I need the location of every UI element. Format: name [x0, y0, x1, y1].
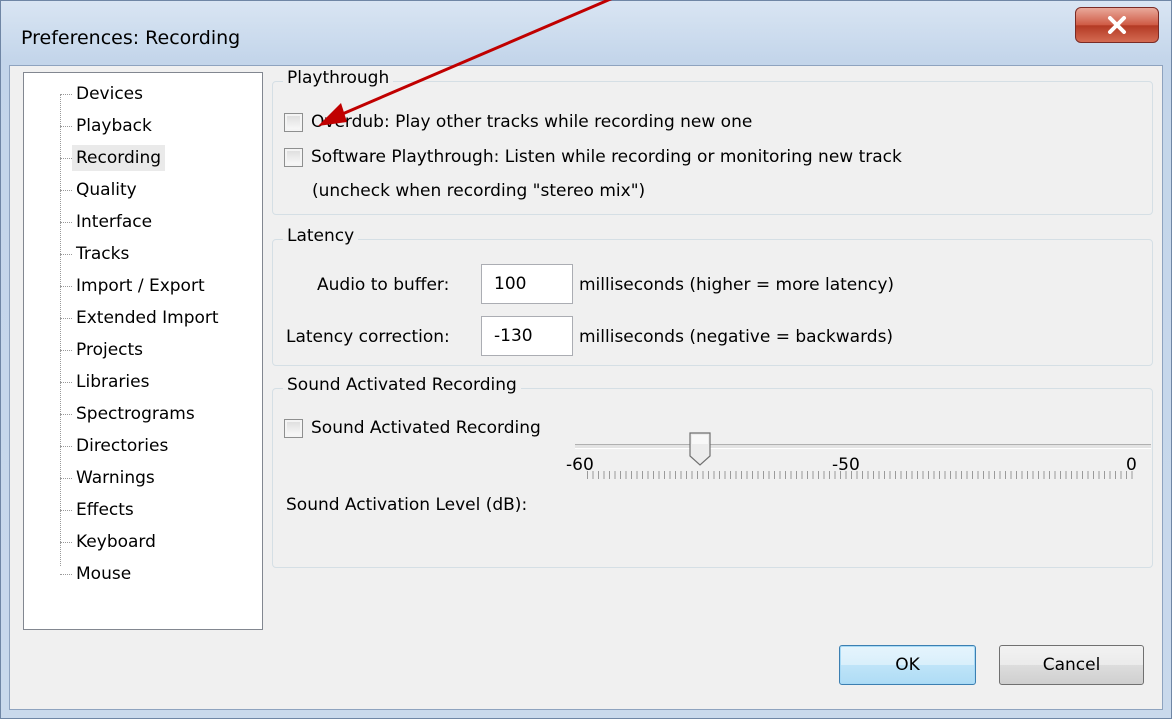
overdub-label: Overdub: Play other tracks while recordi… — [311, 112, 753, 132]
tree-branch — [60, 286, 72, 287]
cancel-button[interactable]: Cancel — [999, 645, 1144, 685]
activation-level-label: Sound Activation Level (dB): — [286, 495, 528, 515]
software-playthrough-label: Software Playthrough: Listen while recor… — [311, 147, 902, 167]
sidebar-item-directories[interactable]: Directories — [24, 431, 262, 461]
tree-branch — [60, 574, 72, 575]
software-playthrough-option[interactable]: Software Playthrough: Listen while recor… — [284, 147, 902, 167]
sidebar-item-label: Spectrograms — [76, 404, 195, 424]
tree-branch — [60, 94, 72, 95]
tree-branch — [60, 446, 72, 447]
sidebar-item-label: Interface — [76, 212, 153, 232]
sidebar-item-effects[interactable]: Effects — [24, 495, 262, 525]
software-playthrough-checkbox[interactable] — [284, 147, 303, 167]
category-tree[interactable]: Devices Playback Recording Quality Interface… — [23, 72, 263, 630]
latency-correction-input[interactable]: -130 — [481, 316, 573, 356]
sidebar-item-playback[interactable]: Playback — [24, 111, 262, 141]
tree-branch — [60, 542, 72, 543]
activation-level-ticks — [587, 471, 1135, 479]
latency-correction-label: Latency correction: — [286, 327, 450, 347]
sidebar-item-label: Effects — [76, 500, 134, 520]
tree-branch — [60, 190, 72, 191]
latency-legend: Latency — [283, 226, 359, 246]
sidebar-item-label: Keyboard — [76, 532, 156, 552]
sidebar-item-label: Tracks — [76, 244, 130, 264]
sidebar-item-label: Libraries — [76, 372, 150, 392]
sidebar-item-recording[interactable]: Recording — [24, 143, 262, 173]
software-playthrough-note: (uncheck when recording "stereo mix") — [312, 181, 646, 201]
close-icon — [1108, 16, 1126, 34]
activation-level-thumb[interactable] — [689, 432, 711, 466]
sidebar-item-warnings[interactable]: Warnings — [24, 463, 262, 493]
tree-branch — [60, 350, 72, 351]
sound-activated-legend: Sound Activated Recording — [283, 375, 521, 395]
sidebar-item-label: Recording — [72, 145, 166, 171]
playthrough-legend: Playthrough — [283, 68, 394, 88]
latency-correction-unit: milliseconds (negative = backwards) — [579, 327, 894, 347]
dialog-body: Devices Playback Recording Quality Interface… — [9, 65, 1163, 710]
sidebar-item-quality[interactable]: Quality — [24, 175, 262, 205]
audio-buffer-unit: milliseconds (higher = more latency) — [579, 275, 895, 295]
tree-branch — [60, 414, 72, 415]
tree-branch — [60, 382, 72, 383]
sound-activated-checkbox[interactable] — [284, 418, 303, 438]
sidebar-item-projects[interactable]: Projects — [24, 335, 262, 365]
sidebar-item-label: Import / Export — [76, 276, 205, 296]
tree-branch — [60, 126, 72, 127]
tree-branch — [60, 158, 72, 159]
close-button[interactable] — [1075, 7, 1159, 43]
sidebar-item-label: Playback — [76, 116, 152, 136]
sidebar-item-label: Extended Import — [76, 308, 219, 328]
sidebar-item-interface[interactable]: Interface — [24, 207, 262, 237]
sidebar-item-label: Devices — [76, 84, 143, 104]
activation-level-track[interactable] — [575, 444, 1151, 449]
sidebar-item-label: Warnings — [76, 468, 155, 488]
title-bar[interactable]: Preferences: Recording — [1, 1, 1172, 71]
sidebar-item-import-export[interactable]: Import / Export — [24, 271, 262, 301]
sidebar-item-extended-import[interactable]: Extended Import — [24, 303, 262, 333]
overdub-option[interactable]: Overdub: Play other tracks while recordi… — [284, 112, 752, 132]
audio-buffer-input[interactable]: 100 — [481, 264, 573, 304]
sidebar-item-label: Directories — [76, 436, 169, 456]
overdub-checkbox[interactable] — [284, 112, 303, 132]
sidebar-item-keyboard[interactable]: Keyboard — [24, 527, 262, 557]
sidebar-item-tracks[interactable]: Tracks — [24, 239, 262, 269]
sidebar-item-label: Mouse — [76, 564, 132, 584]
tree-branch — [60, 510, 72, 511]
sidebar-item-mouse[interactable]: Mouse — [24, 559, 262, 589]
tree-branch — [60, 254, 72, 255]
window-title: Preferences: Recording — [21, 27, 241, 49]
sound-activated-checkbox-label: Sound Activated Recording — [311, 418, 541, 438]
sidebar-item-libraries[interactable]: Libraries — [24, 367, 262, 397]
sound-activated-option[interactable]: Sound Activated Recording — [284, 418, 541, 438]
tree-branch — [60, 478, 72, 479]
sidebar-item-devices[interactable]: Devices — [24, 79, 262, 109]
tree-branch — [60, 318, 72, 319]
ok-button[interactable]: OK — [839, 645, 976, 685]
preferences-dialog: Preferences: Recording Devices Playback Re… — [0, 0, 1172, 719]
audio-buffer-label: Audio to buffer: — [317, 275, 450, 295]
sidebar-item-label: Projects — [76, 340, 144, 360]
sidebar-item-spectrograms[interactable]: Spectrograms — [24, 399, 262, 429]
tree-branch — [60, 222, 72, 223]
sidebar-item-label: Quality — [76, 180, 137, 200]
